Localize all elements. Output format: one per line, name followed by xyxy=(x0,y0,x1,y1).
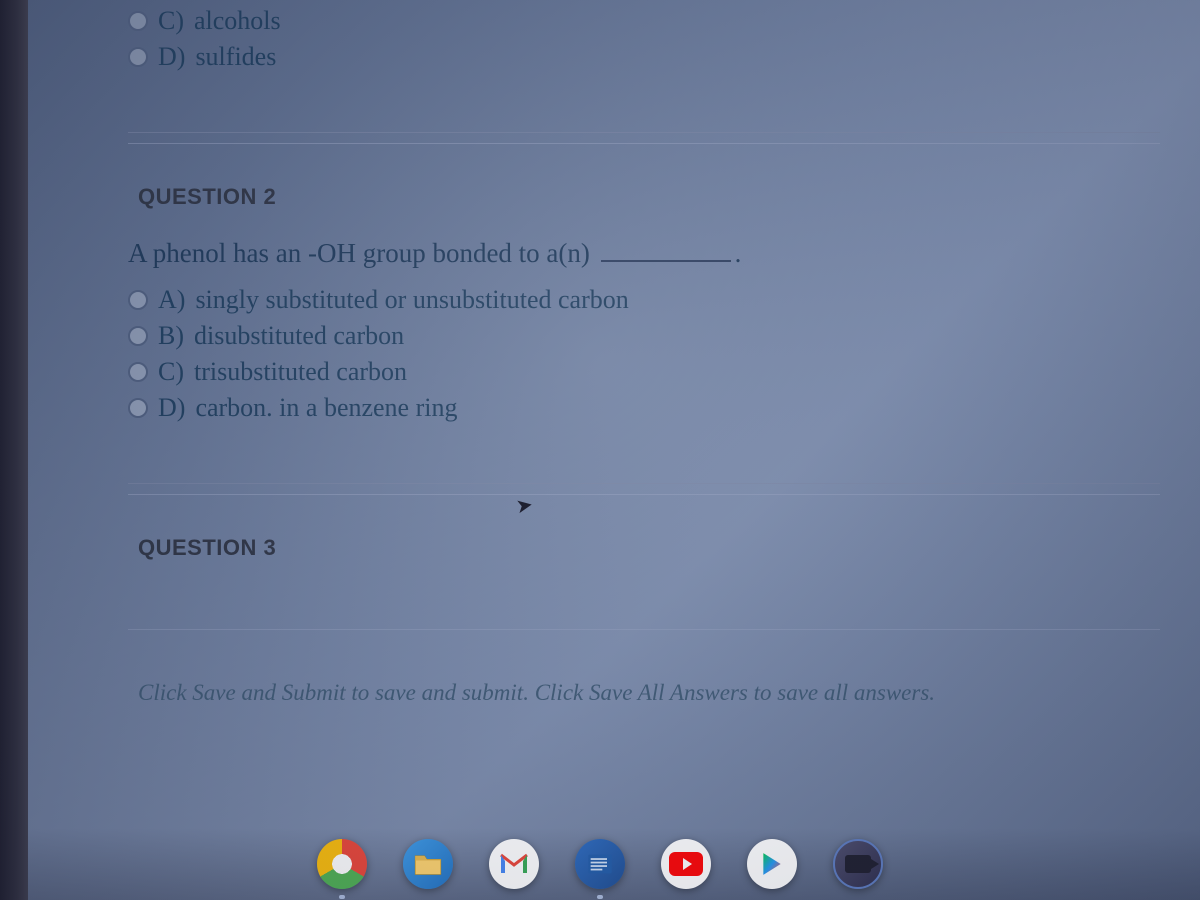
option-letter: D) xyxy=(158,393,185,423)
radio-unchecked-icon[interactable] xyxy=(128,326,148,346)
option-letter: A) xyxy=(158,285,185,315)
radio-unchecked-icon[interactable] xyxy=(128,47,148,67)
question-2-header: QUESTION 2 xyxy=(128,144,1160,238)
option-text: alcohols xyxy=(194,6,281,36)
radio-unchecked-icon[interactable] xyxy=(128,11,148,31)
q1-option-d[interactable]: D) sulfides xyxy=(128,42,1160,72)
option-letter: B) xyxy=(158,321,184,351)
play-store-icon[interactable] xyxy=(747,839,797,889)
option-text: carbon. in a benzene ring xyxy=(195,393,457,423)
option-text: disubstituted carbon xyxy=(194,321,404,351)
option-letter: C) xyxy=(158,6,184,36)
q2-option-b[interactable]: B) disubstituted carbon xyxy=(128,321,1160,351)
question-2-block: QUESTION 2 A phenol has an -OH group bon… xyxy=(128,132,1160,423)
word-icon[interactable] xyxy=(575,839,625,889)
prompt-after: . xyxy=(735,238,742,268)
radio-unchecked-icon[interactable] xyxy=(128,362,148,382)
option-text: sulfides xyxy=(195,42,276,72)
option-text: trisubstituted carbon xyxy=(194,357,407,387)
windows-taskbar xyxy=(0,828,1200,900)
prompt-before: A phenol has an -OH group bonded to a(n) xyxy=(128,238,590,268)
q2-option-a[interactable]: A) singly substituted or unsubstituted c… xyxy=(128,285,1160,315)
file-explorer-icon[interactable] xyxy=(403,839,453,889)
youtube-icon[interactable] xyxy=(661,839,711,889)
camera-icon[interactable] xyxy=(833,839,883,889)
fill-blank xyxy=(601,260,731,262)
radio-unchecked-icon[interactable] xyxy=(128,290,148,310)
save-submit-instruction: Click Save and Submit to save and submit… xyxy=(128,629,1160,726)
radio-unchecked-icon[interactable] xyxy=(128,398,148,418)
q2-option-d[interactable]: D) carbon. in a benzene ring xyxy=(128,393,1160,423)
question-2-prompt: A phenol has an -OH group bonded to a(n)… xyxy=(128,238,1160,269)
chrome-icon[interactable] xyxy=(317,839,367,889)
q2-option-c[interactable]: C) trisubstituted carbon xyxy=(128,357,1160,387)
q1-option-c[interactable]: C) alcohols xyxy=(128,6,1160,36)
question-1-options-tail: C) alcohols D) sulfides xyxy=(128,6,1160,72)
question-3-header: QUESTION 3 xyxy=(128,495,1160,589)
option-text: singly substituted or unsubstituted carb… xyxy=(195,285,628,315)
option-letter: C) xyxy=(158,357,184,387)
gmail-icon[interactable] xyxy=(489,839,539,889)
question-3-block: QUESTION 3 xyxy=(128,483,1160,589)
option-letter: D) xyxy=(158,42,185,72)
question-2-options: A) singly substituted or unsubstituted c… xyxy=(128,285,1160,423)
